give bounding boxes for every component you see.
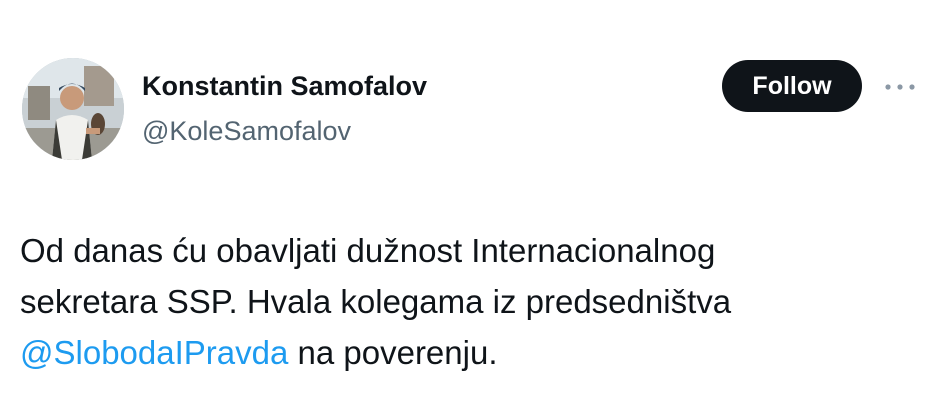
author-handle[interactable]: @KoleSamofalov xyxy=(142,113,351,149)
more-horizontal-icon xyxy=(885,84,915,90)
tweet-text-line: Od danas ću obavljati dužnost Internacio… xyxy=(20,232,716,269)
follow-button[interactable]: Follow xyxy=(722,60,862,112)
avatar-photo xyxy=(22,58,124,160)
author-display-name[interactable]: Konstantin Samofalov xyxy=(142,68,427,104)
author-avatar[interactable] xyxy=(22,58,124,160)
tweet-text-line: @SlobodaIPravda na poverenju. xyxy=(20,327,920,378)
more-options-button[interactable] xyxy=(880,72,920,102)
mention-link[interactable]: @SlobodaIPravda xyxy=(20,334,288,371)
tweet-text-fragment: na poverenju. xyxy=(288,334,498,371)
tweet-text: Od danas ću obavljati dužnost Internacio… xyxy=(20,225,920,378)
tweet-text-line: sekretara SSP. Hvala kolegama iz predsed… xyxy=(20,283,732,320)
tweet-card: Konstantin Samofalov @KoleSamofalov Foll… xyxy=(0,0,940,400)
